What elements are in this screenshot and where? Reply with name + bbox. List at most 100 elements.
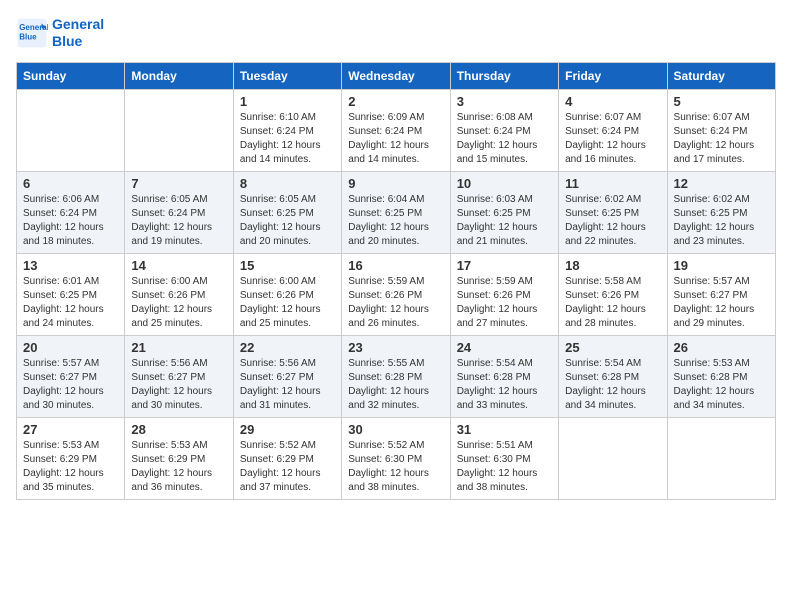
svg-text:Blue: Blue — [19, 32, 37, 41]
day-info: Sunrise: 5:59 AM Sunset: 6:26 PM Dayligh… — [457, 275, 552, 331]
day-number: 11 — [565, 176, 660, 191]
calendar-body: 1 Sunrise: 6:10 AM Sunset: 6:24 PM Daylig… — [17, 89, 776, 499]
calendar-cell: 21Sunrise: 5:56 AM Sunset: 6:27 PM Dayli… — [125, 335, 233, 417]
day-number: 16 — [348, 258, 443, 273]
day-number: 17 — [457, 258, 552, 273]
calendar-cell — [17, 89, 125, 171]
day-info: Sunrise: 5:57 AM Sunset: 6:27 PM Dayligh… — [674, 275, 769, 331]
calendar-cell: 4 Sunrise: 6:07 AM Sunset: 6:24 PM Daylig… — [559, 89, 667, 171]
day-number: 26 — [674, 340, 769, 355]
day-info: Sunrise: 6:02 AM Sunset: 6:25 PM Dayligh… — [565, 193, 660, 249]
calendar-cell: 5 Sunrise: 6:07 AM Sunset: 6:24 PM Daylig… — [667, 89, 775, 171]
calendar-cell: 20 Sunrise: 5:57 AM Sunset: 6:27 PM Dayli… — [17, 335, 125, 417]
calendar-cell: 30 Sunrise: 5:52 AM Sunset: 6:30 PM Dayli… — [342, 417, 450, 499]
day-number: 6 — [23, 176, 118, 191]
calendar-cell: 27Sunrise: 5:53 AM Sunset: 6:29 PM Dayli… — [17, 417, 125, 499]
header: General Blue General Blue — [16, 16, 776, 50]
day-info: Sunrise: 6:01 AM Sunset: 6:25 PM Dayligh… — [23, 275, 118, 331]
day-info: Sunrise: 6:10 AM Sunset: 6:24 PM Dayligh… — [240, 111, 335, 167]
calendar-cell: 2 Sunrise: 6:09 AM Sunset: 6:24 PM Daylig… — [342, 89, 450, 171]
calendar-cell: 10Sunrise: 6:03 AM Sunset: 6:25 PM Dayli… — [450, 171, 558, 253]
day-number: 2 — [348, 94, 443, 109]
day-number: 27 — [23, 422, 118, 437]
calendar-week-row: 6Sunrise: 6:06 AM Sunset: 6:24 PM Daylig… — [17, 171, 776, 253]
day-info: Sunrise: 6:04 AM Sunset: 6:25 PM Dayligh… — [348, 193, 443, 249]
calendar-cell: 11 Sunrise: 6:02 AM Sunset: 6:25 PM Dayli… — [559, 171, 667, 253]
day-info: Sunrise: 6:00 AM Sunset: 6:26 PM Dayligh… — [131, 275, 226, 331]
calendar-cell: 1 Sunrise: 6:10 AM Sunset: 6:24 PM Daylig… — [233, 89, 341, 171]
day-info: Sunrise: 5:57 AM Sunset: 6:27 PM Dayligh… — [23, 357, 118, 413]
day-number: 25 — [565, 340, 660, 355]
calendar-cell: 6Sunrise: 6:06 AM Sunset: 6:24 PM Daylig… — [17, 171, 125, 253]
calendar-cell: 13 Sunrise: 6:01 AM Sunset: 6:25 PM Dayli… — [17, 253, 125, 335]
day-number: 15 — [240, 258, 335, 273]
day-info: Sunrise: 5:56 AM Sunset: 6:27 PM Dayligh… — [131, 357, 226, 413]
day-number: 22 — [240, 340, 335, 355]
calendar-cell: 22 Sunrise: 5:56 AM Sunset: 6:27 PM Dayli… — [233, 335, 341, 417]
day-number: 28 — [131, 422, 226, 437]
day-info: Sunrise: 5:52 AM Sunset: 6:30 PM Dayligh… — [348, 439, 443, 495]
calendar-cell: 17 Sunrise: 5:59 AM Sunset: 6:26 PM Dayli… — [450, 253, 558, 335]
calendar-cell: 26 Sunrise: 5:53 AM Sunset: 6:28 PM Dayli… — [667, 335, 775, 417]
day-number: 19 — [674, 258, 769, 273]
logo-name: General Blue — [52, 16, 104, 50]
calendar-week-row: 13 Sunrise: 6:01 AM Sunset: 6:25 PM Dayli… — [17, 253, 776, 335]
day-info: Sunrise: 5:53 AM Sunset: 6:28 PM Dayligh… — [674, 357, 769, 413]
day-number: 18 — [565, 258, 660, 273]
day-number: 14 — [131, 258, 226, 273]
logo: General Blue General Blue — [16, 16, 104, 50]
calendar-cell: 23Sunrise: 5:55 AM Sunset: 6:28 PM Dayli… — [342, 335, 450, 417]
calendar-cell: 24Sunrise: 5:54 AM Sunset: 6:28 PM Dayli… — [450, 335, 558, 417]
weekday-header-wednesday: Wednesday — [342, 62, 450, 89]
day-number: 29 — [240, 422, 335, 437]
day-number: 12 — [674, 176, 769, 191]
day-info: Sunrise: 6:05 AM Sunset: 6:24 PM Dayligh… — [131, 193, 226, 249]
weekday-header-thursday: Thursday — [450, 62, 558, 89]
calendar-week-row: 1 Sunrise: 6:10 AM Sunset: 6:24 PM Daylig… — [17, 89, 776, 171]
day-number: 4 — [565, 94, 660, 109]
calendar-table: SundayMondayTuesdayWednesdayThursdayFrid… — [16, 62, 776, 500]
day-number: 10 — [457, 176, 552, 191]
calendar-week-row: 20 Sunrise: 5:57 AM Sunset: 6:27 PM Dayli… — [17, 335, 776, 417]
calendar-cell: 19 Sunrise: 5:57 AM Sunset: 6:27 PM Dayli… — [667, 253, 775, 335]
day-info: Sunrise: 5:58 AM Sunset: 6:26 PM Dayligh… — [565, 275, 660, 331]
day-info: Sunrise: 5:56 AM Sunset: 6:27 PM Dayligh… — [240, 357, 335, 413]
day-info: Sunrise: 6:09 AM Sunset: 6:24 PM Dayligh… — [348, 111, 443, 167]
weekday-header-sunday: Sunday — [17, 62, 125, 89]
day-number: 7 — [131, 176, 226, 191]
calendar-cell: 3Sunrise: 6:08 AM Sunset: 6:24 PM Daylig… — [450, 89, 558, 171]
day-info: Sunrise: 5:53 AM Sunset: 6:29 PM Dayligh… — [131, 439, 226, 495]
day-info: Sunrise: 5:52 AM Sunset: 6:29 PM Dayligh… — [240, 439, 335, 495]
calendar-week-row: 27 Sunrise: 5:53 AM Sunset: 6:29 PM Dayli… — [17, 417, 776, 499]
calendar-cell: 14 Sunrise: 6:00 AM Sunset: 6:26 PM Dayli… — [125, 253, 233, 335]
day-number: 1 — [240, 94, 335, 109]
calendar-cell: 9 Sunrise: 6:04 AM Sunset: 6:25 PM Daylig… — [342, 171, 450, 253]
day-number: 9 — [348, 176, 443, 191]
calendar-cell: 31Sunrise: 5:51 AM Sunset: 6:30 PM Dayli… — [450, 417, 558, 499]
weekday-header-monday: Monday — [125, 62, 233, 89]
calendar-cell: 7 Sunrise: 6:05 AM Sunset: 6:24 PM Daylig… — [125, 171, 233, 253]
calendar-cell: 8Sunrise: 6:05 AM Sunset: 6:25 PM Daylig… — [233, 171, 341, 253]
weekday-header-saturday: Saturday — [667, 62, 775, 89]
day-info: Sunrise: 6:07 AM Sunset: 6:24 PM Dayligh… — [565, 111, 660, 167]
day-number: 8 — [240, 176, 335, 191]
day-number: 5 — [674, 94, 769, 109]
day-info: Sunrise: 5:54 AM Sunset: 6:28 PM Dayligh… — [565, 357, 660, 413]
day-number: 20 — [23, 340, 118, 355]
day-info: Sunrise: 6:07 AM Sunset: 6:24 PM Dayligh… — [674, 111, 769, 167]
day-number: 13 — [23, 258, 118, 273]
calendar-cell: 12Sunrise: 6:02 AM Sunset: 6:25 PM Dayli… — [667, 171, 775, 253]
day-info: Sunrise: 5:51 AM Sunset: 6:30 PM Dayligh… — [457, 439, 552, 495]
calendar-cell — [125, 89, 233, 171]
day-info: Sunrise: 5:59 AM Sunset: 6:26 PM Dayligh… — [348, 275, 443, 331]
calendar-cell: 28 Sunrise: 5:53 AM Sunset: 6:29 PM Dayli… — [125, 417, 233, 499]
weekday-header-tuesday: Tuesday — [233, 62, 341, 89]
day-info: Sunrise: 5:54 AM Sunset: 6:28 PM Dayligh… — [457, 357, 552, 413]
calendar-cell — [667, 417, 775, 499]
calendar-cell: 15Sunrise: 6:00 AM Sunset: 6:26 PM Dayli… — [233, 253, 341, 335]
calendar-cell: 29 Sunrise: 5:52 AM Sunset: 6:29 PM Dayli… — [233, 417, 341, 499]
calendar-cell: 16 Sunrise: 5:59 AM Sunset: 6:26 PM Dayli… — [342, 253, 450, 335]
day-number: 30 — [348, 422, 443, 437]
calendar-header-row: SundayMondayTuesdayWednesdayThursdayFrid… — [17, 62, 776, 89]
day-number: 3 — [457, 94, 552, 109]
